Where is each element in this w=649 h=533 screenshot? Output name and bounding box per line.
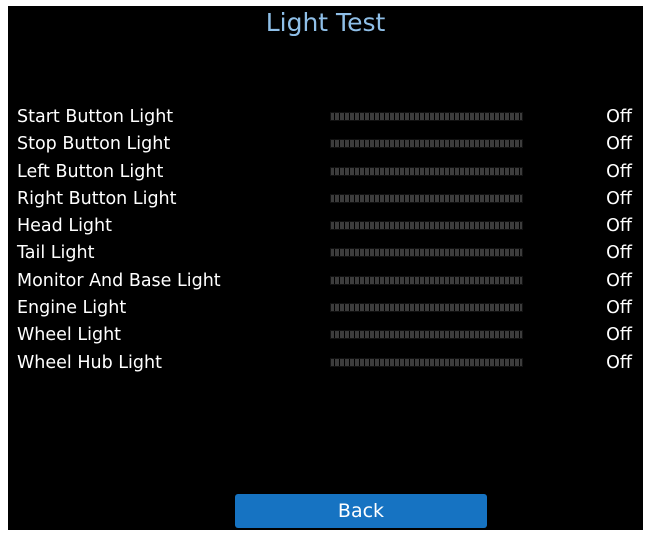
light-row-stop-button: Stop Button Light Off — [8, 133, 643, 160]
light-row-engine: Engine Light Off — [8, 297, 643, 324]
light-row-wheel-hub: Wheel Hub Light Off — [8, 352, 643, 379]
light-row-wheel: Wheel Light Off — [8, 324, 643, 351]
light-status: Off — [606, 134, 632, 155]
light-level-bar — [330, 357, 523, 367]
light-label: Stop Button Light — [17, 134, 171, 155]
page-title: Light Test — [265, 8, 386, 37]
light-label: Head Light — [17, 216, 112, 237]
light-row-head: Head Light Off — [8, 215, 643, 242]
light-level-bar — [330, 248, 523, 258]
light-status: Off — [606, 243, 632, 264]
light-level-bar — [330, 221, 523, 231]
light-status: Off — [606, 188, 632, 209]
light-status: Off — [606, 270, 632, 291]
light-label: Wheel Light — [17, 325, 122, 346]
light-list: Start Button Light Off Stop Button Light… — [8, 106, 643, 379]
light-status: Off — [606, 161, 632, 182]
light-level-bar — [330, 275, 523, 285]
light-test-screen: Light Test Start Button Light Off Stop B… — [8, 6, 643, 530]
light-status: Off — [606, 298, 632, 319]
light-level-bar — [330, 193, 523, 203]
light-row-right-button: Right Button Light Off — [8, 188, 643, 215]
light-status: Off — [606, 216, 632, 237]
light-level-bar — [330, 303, 523, 313]
light-label: Tail Light — [17, 243, 95, 264]
light-row-tail: Tail Light Off — [8, 242, 643, 269]
light-label: Engine Light — [17, 298, 127, 319]
light-label: Monitor And Base Light — [17, 270, 221, 291]
light-label: Start Button Light — [17, 107, 174, 127]
light-level-bar — [330, 112, 523, 121]
light-level-bar — [330, 330, 523, 340]
light-row-left-button: Left Button Light Off — [8, 161, 643, 188]
light-level-bar — [330, 166, 523, 176]
light-label: Left Button Light — [17, 161, 164, 182]
light-status: Off — [606, 107, 632, 127]
light-label: Right Button Light — [17, 188, 177, 209]
light-status: Off — [606, 352, 632, 373]
light-label: Wheel Hub Light — [17, 352, 162, 373]
light-row-start-button: Start Button Light Off — [8, 106, 643, 133]
light-status: Off — [606, 325, 632, 346]
light-level-bar — [330, 139, 523, 149]
light-row-monitor-and-base: Monitor And Base Light Off — [8, 270, 643, 297]
back-button[interactable]: Back — [235, 494, 487, 528]
